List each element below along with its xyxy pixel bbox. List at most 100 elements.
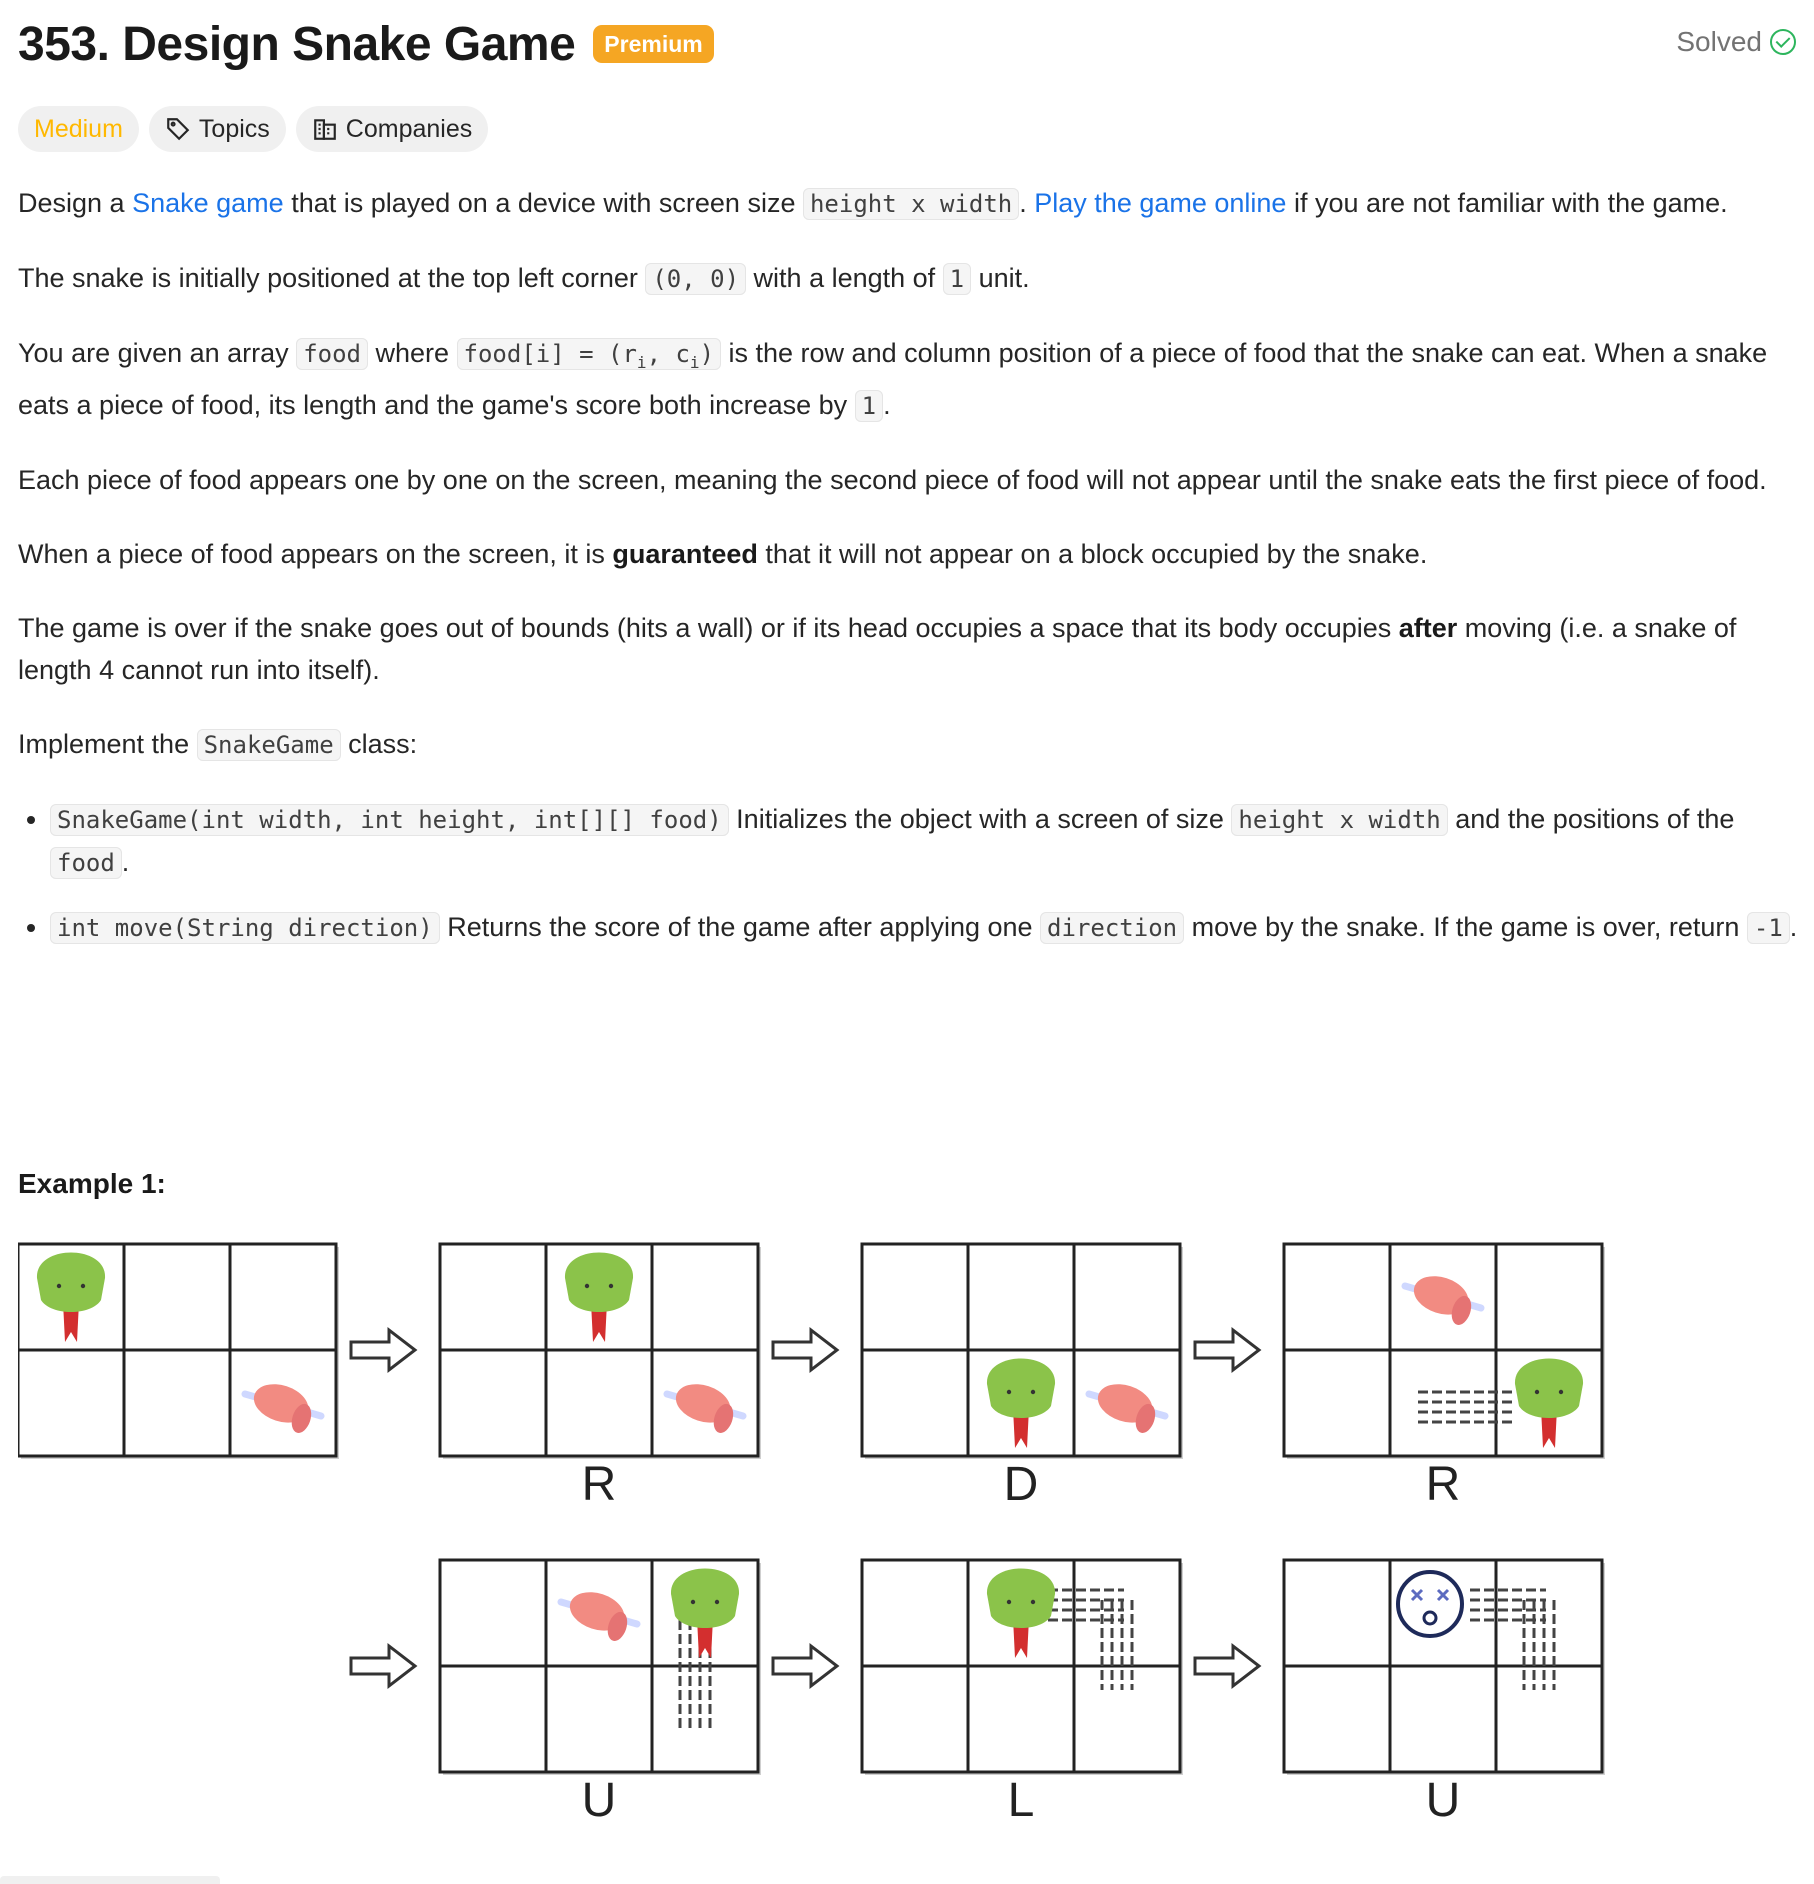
- code-part: , c: [646, 340, 690, 368]
- text: that is played on a device with screen s…: [283, 188, 803, 218]
- eye: [80, 1283, 86, 1289]
- text: if you are not familiar with the game.: [1286, 188, 1728, 218]
- text: .: [1789, 911, 1798, 942]
- subscript: i: [636, 352, 647, 372]
- grid-state-2: [860, 1242, 1183, 1459]
- companies-tag[interactable]: Companies: [295, 106, 489, 152]
- grid-state-3: [1282, 1242, 1605, 1459]
- solved-label: Solved: [1676, 26, 1762, 57]
- eye: [1006, 1599, 1012, 1605]
- move-label: U: [1426, 1774, 1461, 1827]
- list-item: SnakeGame(int width, int height, int[][]…: [18, 798, 1804, 884]
- problem-description: Design a Snake game that is played on a …: [18, 182, 1804, 971]
- premium-badge[interactable]: Premium: [593, 25, 714, 63]
- text: and the positions of the: [1447, 803, 1735, 834]
- inline-code: 1: [854, 389, 884, 422]
- grid-state-6: [1282, 1558, 1605, 1775]
- inline-code: height x width: [1231, 803, 1448, 836]
- problem-header: 353. Design Snake Game Premium Solved: [18, 14, 1796, 74]
- bold-text: after: [1398, 612, 1458, 643]
- topics-label: Topics: [198, 114, 270, 143]
- tag-icon: [167, 118, 190, 141]
- bottom-scroll-hint: [0, 1876, 220, 1884]
- text: where: [367, 338, 457, 368]
- snake-game-link[interactable]: Snake game: [132, 188, 284, 218]
- method-list: SnakeGame(int width, int height, int[][]…: [18, 798, 1804, 949]
- move-label: L: [1008, 1774, 1035, 1827]
- head: [564, 1252, 634, 1312]
- text: with a length of: [746, 263, 943, 293]
- eye: [1030, 1599, 1036, 1605]
- inline-code: food: [296, 338, 368, 370]
- right-arrow-icon: [349, 1326, 418, 1374]
- eye: [690, 1599, 696, 1605]
- snake-game-illustration: R D R U L U: [18, 1242, 1605, 1827]
- eye: [584, 1283, 590, 1289]
- right-arrow-icon: [771, 1326, 840, 1374]
- building-icon: [313, 119, 336, 140]
- inline-code: height x width: [802, 188, 1020, 220]
- head: [986, 1358, 1056, 1418]
- problem-tags: Medium Topics Companies: [18, 106, 489, 152]
- text: .: [883, 389, 891, 420]
- text: unit.: [971, 263, 1030, 293]
- text: You are given an array: [18, 338, 297, 368]
- text: .: [1019, 188, 1035, 218]
- inline-code: int move(String direction): [50, 911, 440, 944]
- paragraph-4: Each piece of food appears one by one on…: [18, 464, 1767, 495]
- grid-state-0: [18, 1242, 339, 1459]
- problem-page: 353. Design Snake Game Premium Solved Me…: [0, 0, 1814, 1884]
- paragraph-3: You are given an array food where food[i…: [18, 332, 1804, 427]
- grid-state-1: [438, 1242, 761, 1459]
- bold-text: guaranteed: [612, 538, 758, 569]
- code-part: ): [699, 340, 715, 368]
- head: [670, 1568, 740, 1628]
- text: The game is over if the snake goes out o…: [18, 612, 1399, 643]
- paragraph-6: The game is over if the snake goes out o…: [18, 607, 1804, 691]
- text: Returns the score of the game after appl…: [439, 911, 1041, 942]
- play-online-link[interactable]: Play the game online: [1034, 188, 1286, 218]
- text: Design a: [18, 188, 133, 218]
- eye: [714, 1599, 720, 1605]
- inline-code: direction: [1040, 911, 1185, 944]
- subscript: i: [689, 352, 700, 372]
- text: Initializes the object with a screen of …: [728, 803, 1232, 834]
- eye: [56, 1283, 62, 1289]
- paragraph-1: Design a Snake game that is played on a …: [18, 182, 1804, 225]
- inline-code: food: [50, 846, 122, 879]
- topics-tag[interactable]: Topics: [148, 106, 286, 152]
- paragraph-2: The snake is initially positioned at the…: [18, 257, 1804, 300]
- eye: [1030, 1389, 1036, 1395]
- text: class:: [340, 728, 418, 759]
- inline-code: -1: [1746, 911, 1790, 944]
- list-item: int move(String direction) Returns the s…: [18, 906, 1804, 949]
- right-arrow-icon: [1193, 1642, 1262, 1690]
- head: [986, 1568, 1056, 1628]
- move-label: R: [1426, 1458, 1461, 1511]
- text: Implement the: [18, 728, 197, 759]
- eye: [608, 1283, 614, 1289]
- grid-state-5: [860, 1558, 1183, 1775]
- text: The snake is initially positioned at the…: [18, 263, 646, 293]
- text: When a piece of food appears on the scre…: [18, 538, 613, 569]
- inline-code-food-i: food[i] = (ri, ci): [456, 338, 722, 372]
- text: that it will not appear on a block occup…: [757, 538, 1428, 569]
- head: [36, 1252, 106, 1312]
- right-arrow-icon: [349, 1642, 418, 1690]
- eye: [1534, 1389, 1540, 1395]
- difficulty-tag: Medium: [18, 106, 139, 152]
- check-circle-icon: [1770, 29, 1796, 55]
- eye: [1006, 1389, 1012, 1395]
- move-label: U: [582, 1774, 617, 1827]
- problem-title: 353. Design Snake Game: [18, 17, 576, 71]
- paragraph-7: Implement the SnakeGame class:: [18, 723, 1804, 766]
- paragraph-5: When a piece of food appears on the scre…: [18, 533, 1804, 575]
- text: move by the snake. If the game is over, …: [1184, 911, 1747, 942]
- companies-label: Companies: [345, 114, 473, 143]
- grid-state-4: [438, 1558, 761, 1775]
- head: [1514, 1358, 1584, 1418]
- solved-status: Solved: [1676, 26, 1796, 58]
- move-label: D: [1004, 1458, 1039, 1511]
- inline-code: (0, 0): [645, 263, 747, 295]
- example-title: Example 1:: [18, 1168, 166, 1199]
